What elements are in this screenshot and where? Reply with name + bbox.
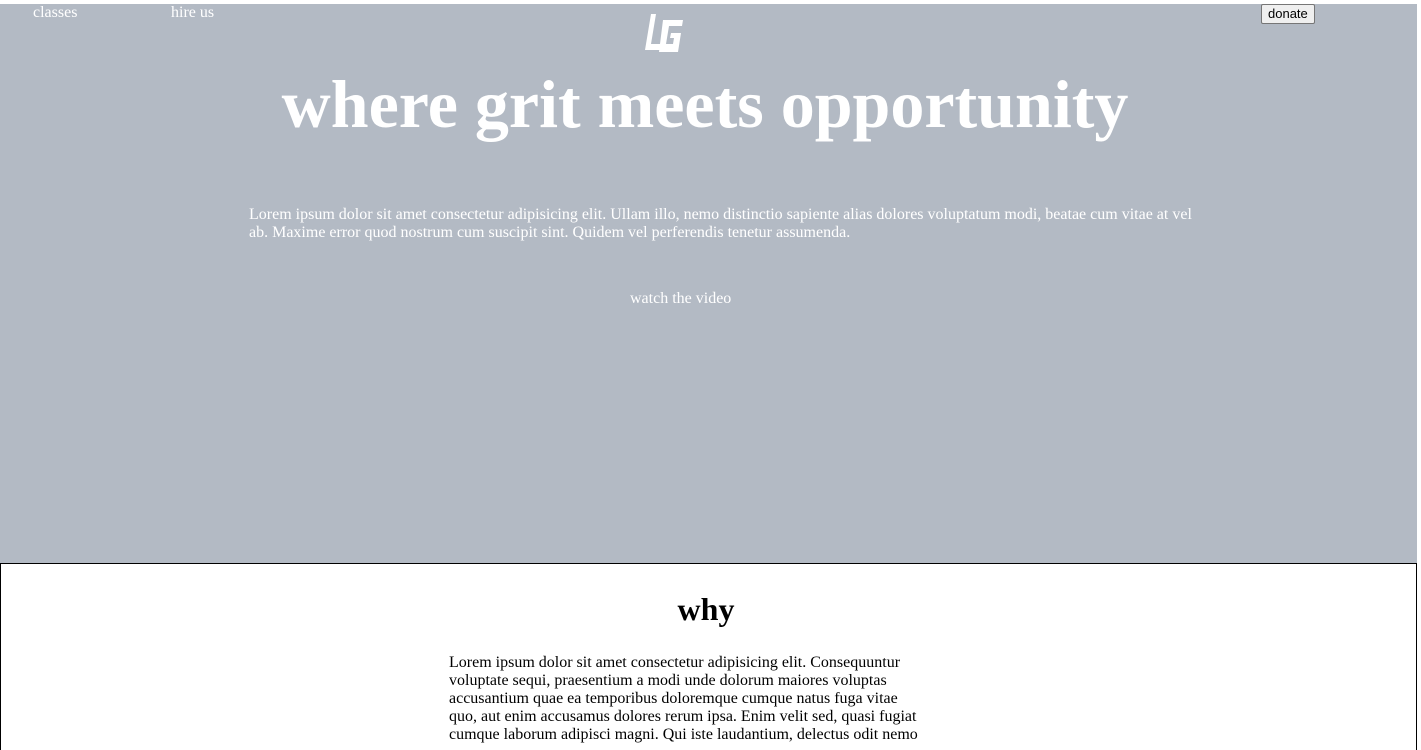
nav-link-hire-us[interactable]: hire us [171, 4, 214, 22]
hero-title: where grit meets opportunity [281, 66, 1129, 142]
why-title: why [677, 591, 735, 627]
why-description: Lorem ipsum dolor sit amet consectetur a… [449, 654, 918, 743]
logo-letter-g [659, 20, 683, 52]
lg-monogram-logo-icon[interactable] [643, 10, 687, 54]
why-section: why Lorem ipsum dolor sit amet consectet… [0, 563, 1417, 750]
hero-section: classes hire us donate where grit meets … [0, 4, 1417, 563]
watch-video-link[interactable]: watch the video [630, 290, 731, 308]
nav-link-classes[interactable]: classes [33, 4, 77, 22]
hero-description: Lorem ipsum dolor sit amet consectetur a… [249, 206, 1192, 241]
donate-button[interactable]: donate [1261, 4, 1315, 24]
page: classes hire us donate where grit meets … [0, 0, 1421, 750]
